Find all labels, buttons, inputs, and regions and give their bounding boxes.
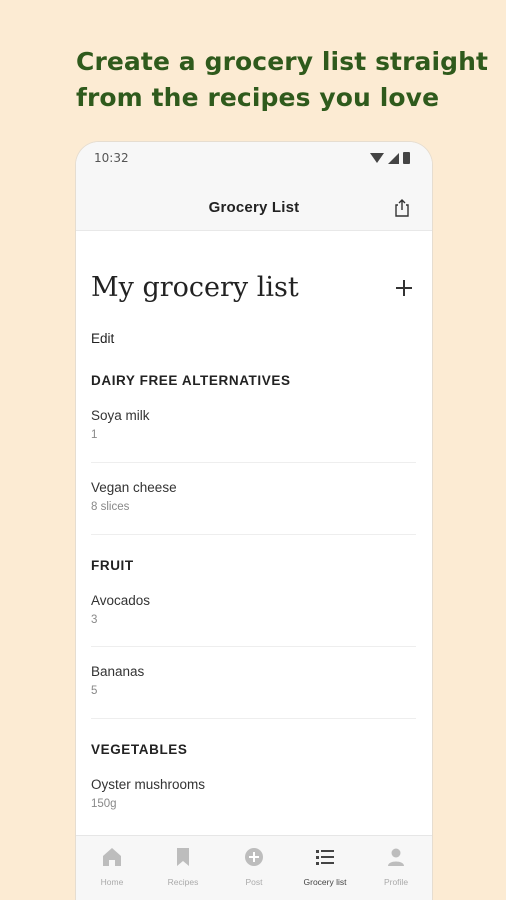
list-title: My grocery list — [91, 272, 299, 303]
divider — [91, 646, 416, 647]
nav-item-profile[interactable]: Profile — [361, 846, 431, 887]
wifi-icon — [370, 153, 384, 163]
page-title: Grocery List — [208, 199, 300, 216]
item-quantity: 1 — [91, 429, 98, 441]
divider — [91, 462, 416, 463]
nav-label: Post — [245, 877, 263, 887]
promo-headline: Create a grocery list straight from the … — [76, 44, 489, 116]
item-quantity: 150g — [91, 798, 117, 810]
divider — [91, 718, 416, 719]
item-quantity: 5 — [91, 685, 98, 697]
list-item[interactable]: Bananas 5 — [91, 664, 416, 697]
status-bar: 10:32 — [76, 142, 432, 174]
list-item[interactable]: Avocados 3 — [91, 593, 416, 626]
signal-icon — [388, 152, 399, 164]
list-item[interactable]: Oyster mushrooms 150g — [91, 777, 416, 810]
nav-item-post[interactable]: Post — [219, 846, 289, 887]
item-name: Soya milk — [91, 408, 150, 423]
person-icon — [388, 848, 404, 866]
item-name: Bananas — [91, 664, 145, 679]
nav-label: Grocery list — [303, 877, 347, 887]
bookmark-icon — [177, 848, 189, 866]
section-header-fruit: FRUIT — [91, 558, 134, 573]
bottom-nav: Home Recipes Post Grocery list Profile — [76, 835, 432, 900]
plus-circle-icon — [245, 848, 263, 866]
nav-item-home[interactable]: Home — [77, 846, 147, 887]
item-name: Oyster mushrooms — [91, 777, 206, 792]
nav-item-recipes[interactable]: Recipes — [148, 846, 218, 887]
headline-line-2: from the recipes you love — [76, 83, 440, 112]
item-name: Avocados — [91, 593, 151, 608]
edit-button[interactable]: Edit — [91, 331, 114, 346]
battery-icon — [403, 152, 410, 164]
nav-label: Recipes — [167, 877, 199, 887]
headline-line-1: Create a grocery list straight — [76, 47, 489, 76]
status-time: 10:32 — [94, 151, 129, 165]
section-header-dairy: DAIRY FREE ALTERNATIVES — [91, 373, 291, 388]
nav-label: Profile — [383, 877, 409, 887]
item-name: Vegan cheese — [91, 480, 177, 495]
phone-frame: 10:32 Grocery List My grocery list Edit … — [75, 141, 433, 900]
item-quantity: 3 — [91, 614, 98, 626]
status-icons — [370, 152, 410, 164]
list-item[interactable]: Soya milk 1 — [91, 408, 416, 441]
item-quantity: 8 slices — [91, 501, 130, 513]
list-icon — [316, 850, 334, 865]
list-item[interactable]: Vegan cheese 8 slices — [91, 480, 416, 513]
divider — [91, 534, 416, 535]
home-icon — [103, 848, 121, 866]
nav-label: Home — [100, 877, 124, 887]
app-bar: Grocery List — [76, 174, 432, 231]
nav-item-grocery-list[interactable]: Grocery list — [290, 846, 360, 887]
section-header-vegetables: VEGETABLES — [91, 742, 188, 757]
share-icon[interactable] — [394, 199, 410, 217]
plus-icon[interactable] — [396, 280, 412, 296]
